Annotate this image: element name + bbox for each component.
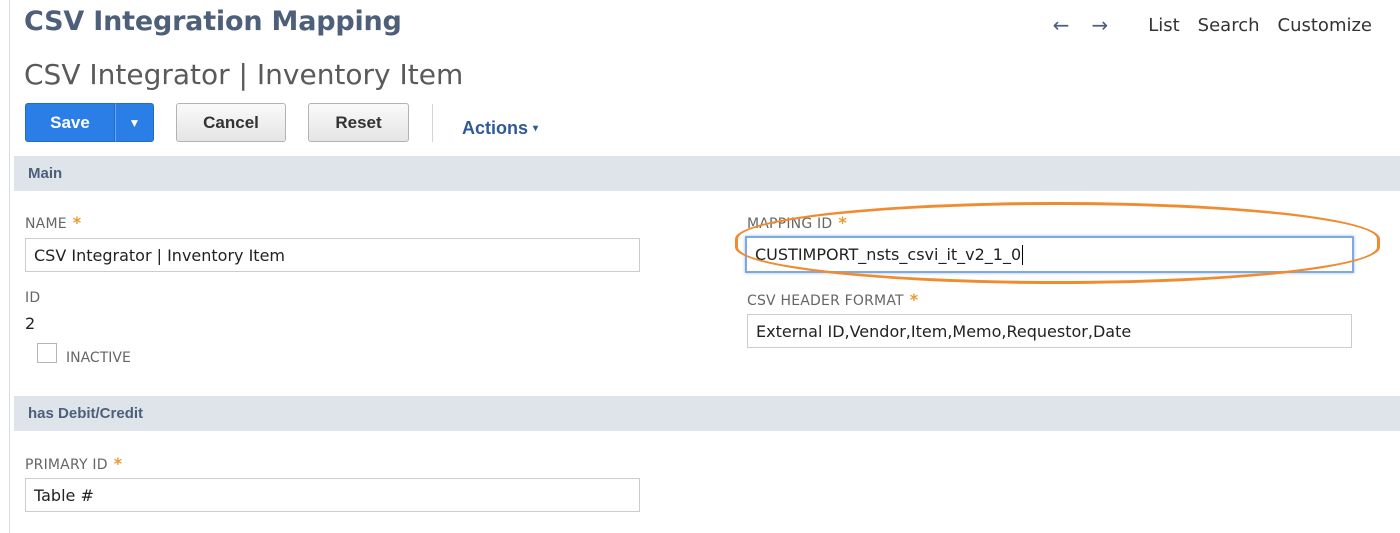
primary-id-label-text: PRIMARY ID — [25, 457, 108, 473]
mapping-id-label: MAPPING ID * — [747, 213, 847, 232]
save-menu-button[interactable]: ▼ — [115, 103, 154, 142]
primary-id-label: PRIMARY ID * — [25, 454, 122, 473]
reset-button[interactable]: Reset — [308, 103, 409, 142]
mapping-id-field[interactable]: CUSTIMPORT_nsts_csvi_it_v2_1_0 — [745, 236, 1354, 273]
left-arrow-icon[interactable]: ← — [1053, 12, 1070, 38]
required-marker: * — [72, 213, 82, 232]
primary-id-field[interactable]: Table # — [25, 478, 640, 512]
mapping-id-field-value: CUSTIMPORT_nsts_csvi_it_v2_1_0 — [755, 245, 1022, 264]
mapping-id-label-text: MAPPING ID — [747, 216, 833, 232]
primary-id-field-value: Table # — [34, 485, 94, 505]
record-title: CSV Integrator | Inventory Item — [24, 58, 464, 91]
csv-header-format-label: CSV HEADER FORMAT * — [747, 290, 918, 309]
page-left-border — [9, 0, 10, 533]
top-navigation: ← → List Search Customize — [1053, 12, 1372, 38]
section-title-main: Main — [28, 165, 63, 182]
name-field[interactable]: CSV Integrator | Inventory Item — [25, 238, 640, 272]
csv-header-format-label-text: CSV HEADER FORMAT — [747, 293, 904, 309]
required-marker: * — [838, 213, 847, 232]
text-cursor — [1022, 244, 1024, 265]
caret-down-icon: ▾ — [533, 123, 539, 134]
section-header-debit-credit[interactable]: has Debit/Credit — [14, 396, 1400, 431]
inactive-checkbox[interactable] — [37, 343, 57, 363]
toolbar-divider — [432, 104, 433, 142]
required-marker: * — [113, 454, 123, 473]
section-header-main[interactable]: Main — [14, 156, 1400, 191]
name-label-text: NAME — [25, 216, 67, 232]
save-button[interactable]: Save — [25, 103, 115, 142]
name-label: NAME * — [25, 213, 81, 232]
actions-label: Actions — [462, 118, 529, 138]
name-field-value: CSV Integrator | Inventory Item — [34, 245, 286, 265]
id-value: 2 — [25, 314, 36, 333]
csv-header-format-field-value: External ID,Vendor,Item,Memo,Requestor,D… — [756, 321, 1132, 341]
search-link[interactable]: Search — [1198, 15, 1260, 36]
id-label: ID — [25, 290, 41, 306]
cancel-button[interactable]: Cancel — [176, 103, 286, 142]
list-link[interactable]: List — [1148, 15, 1179, 36]
required-marker: * — [909, 290, 919, 309]
right-arrow-icon[interactable]: → — [1091, 12, 1108, 38]
section-title-debit-credit: has Debit/Credit — [28, 405, 144, 422]
chevron-down-icon: ▼ — [128, 115, 141, 130]
csv-header-format-field[interactable]: External ID,Vendor,Item,Memo,Requestor,D… — [747, 314, 1352, 348]
actions-menu[interactable]: Actions ▾ — [462, 118, 538, 139]
inactive-label: INACTIVE — [66, 350, 131, 366]
customize-link[interactable]: Customize — [1278, 15, 1372, 36]
page-title: CSV Integration Mapping — [24, 6, 402, 37]
